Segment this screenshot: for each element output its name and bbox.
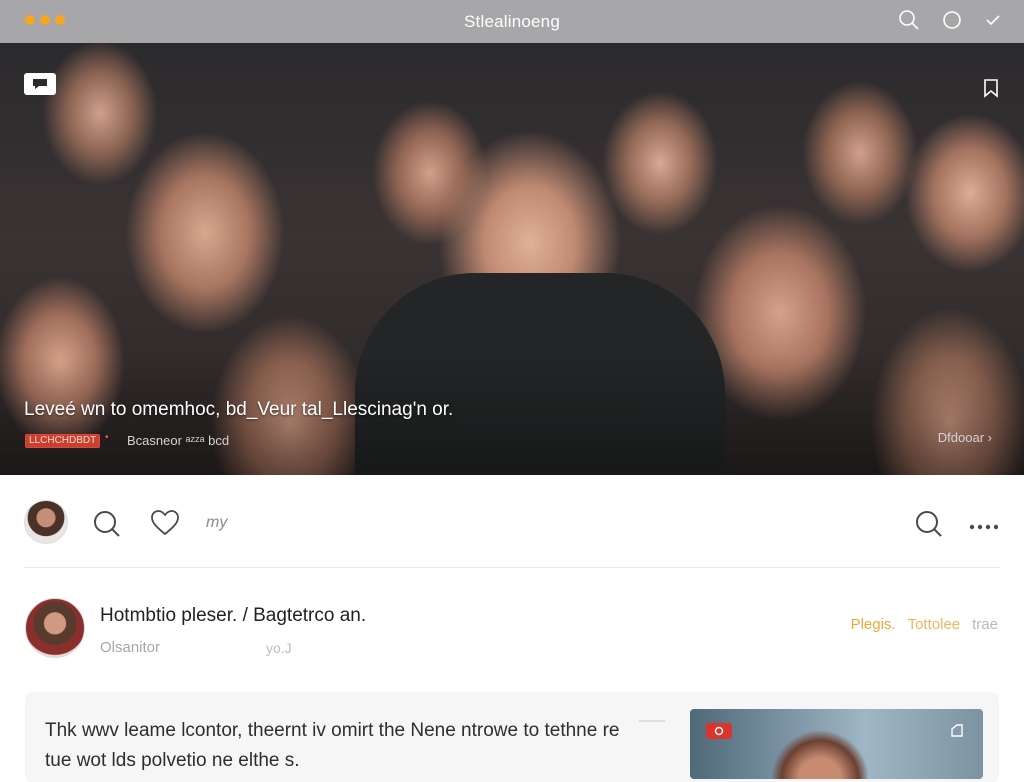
tag-list: Plegis. Tottolee trae: [851, 616, 998, 633]
search-icon[interactable]: [914, 509, 944, 544]
title-bar: Stlealinoeng: [0, 0, 1024, 43]
search-icon[interactable]: [92, 509, 122, 544]
toolbar-icons: [898, 9, 1002, 31]
hero-image[interactable]: Leveé wn to omemhoc, bd_Veur tal_Llescin…: [0, 43, 1024, 475]
expand-icon[interactable]: [949, 723, 965, 744]
check-icon[interactable]: [984, 11, 1002, 29]
search-icon[interactable]: [898, 9, 920, 31]
author-avatar[interactable]: [25, 598, 85, 658]
chat-icon[interactable]: [24, 73, 56, 95]
action-bar: my: [24, 500, 1000, 544]
author-subtitle-secondary: yo.J: [266, 640, 292, 656]
circle-icon[interactable]: [942, 10, 962, 30]
divider: [639, 720, 665, 722]
play-icon[interactable]: [706, 723, 732, 739]
comment-text: Thk wwv leame lcontor, theernt iv omirt …: [45, 720, 620, 771]
action-label[interactable]: my: [206, 514, 227, 532]
video-thumbnail[interactable]: [690, 709, 983, 779]
tag-item[interactable]: trae: [972, 616, 998, 633]
heart-icon[interactable]: [150, 509, 180, 542]
tag-item[interactable]: Tottolee: [908, 616, 961, 633]
hero-badge: LLCHCHDBDT: [25, 434, 101, 448]
hero-caption: Leveé wn to omemhoc, bd_Veur tal_Llescin…: [24, 399, 454, 420]
author-name[interactable]: Hotmbtio pleser. / Bagtetrco an.: [100, 605, 366, 627]
window-title: Stlealinoeng: [464, 12, 560, 31]
hero-meta: Bcasneor ᵃᶻᶻᵃ bcd: [127, 433, 230, 448]
divider: [24, 567, 1000, 568]
bookmark-icon[interactable]: [980, 77, 1002, 104]
badge-dot-icon: •: [105, 432, 109, 443]
tag-item[interactable]: Plegis.: [851, 616, 896, 633]
author-subtitle: Olsanitor: [100, 639, 161, 656]
avatar[interactable]: [24, 500, 68, 544]
more-icon[interactable]: [968, 518, 999, 536]
hero-right-link[interactable]: Dfdooar ›: [938, 430, 992, 445]
comment-card: Thk wwv leame lcontor, theernt iv omirt …: [25, 692, 999, 782]
